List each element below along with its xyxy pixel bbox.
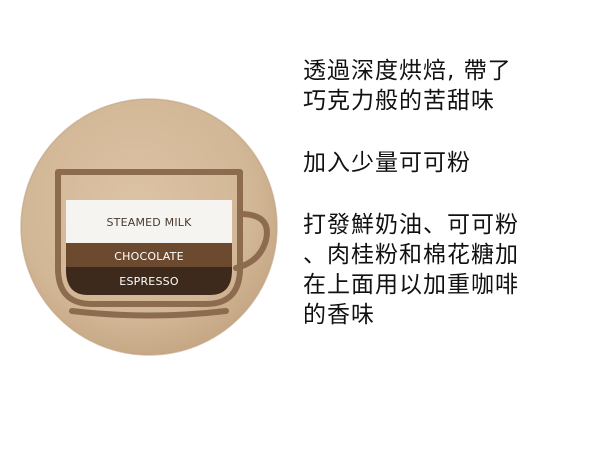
layer-label-chocolate: CHOCOLATE bbox=[114, 250, 183, 263]
description-paragraph-1: 透過深度烘焙, 帶了 巧克力般的苦甜味 bbox=[303, 58, 512, 114]
description-paragraph-2: 加入少量可可粉 bbox=[303, 150, 471, 176]
coffee-illustration: STEAMED MILK CHOCOLATE ESPRESSO bbox=[20, 98, 278, 356]
layer-label-espresso: ESPRESSO bbox=[119, 275, 179, 288]
description-paragraph-3: 打發鮮奶油、可可粉 、肉桂粉和棉花糖加 在上面用以加重咖啡 的香味 bbox=[303, 212, 519, 328]
description-panel: 透過深度烘焙, 帶了 巧克力般的苦甜味 加入少量可可粉 打發鮮奶油、可可粉 、肉… bbox=[303, 56, 593, 362]
layer-label-steamed-milk: STEAMED MILK bbox=[106, 216, 192, 229]
